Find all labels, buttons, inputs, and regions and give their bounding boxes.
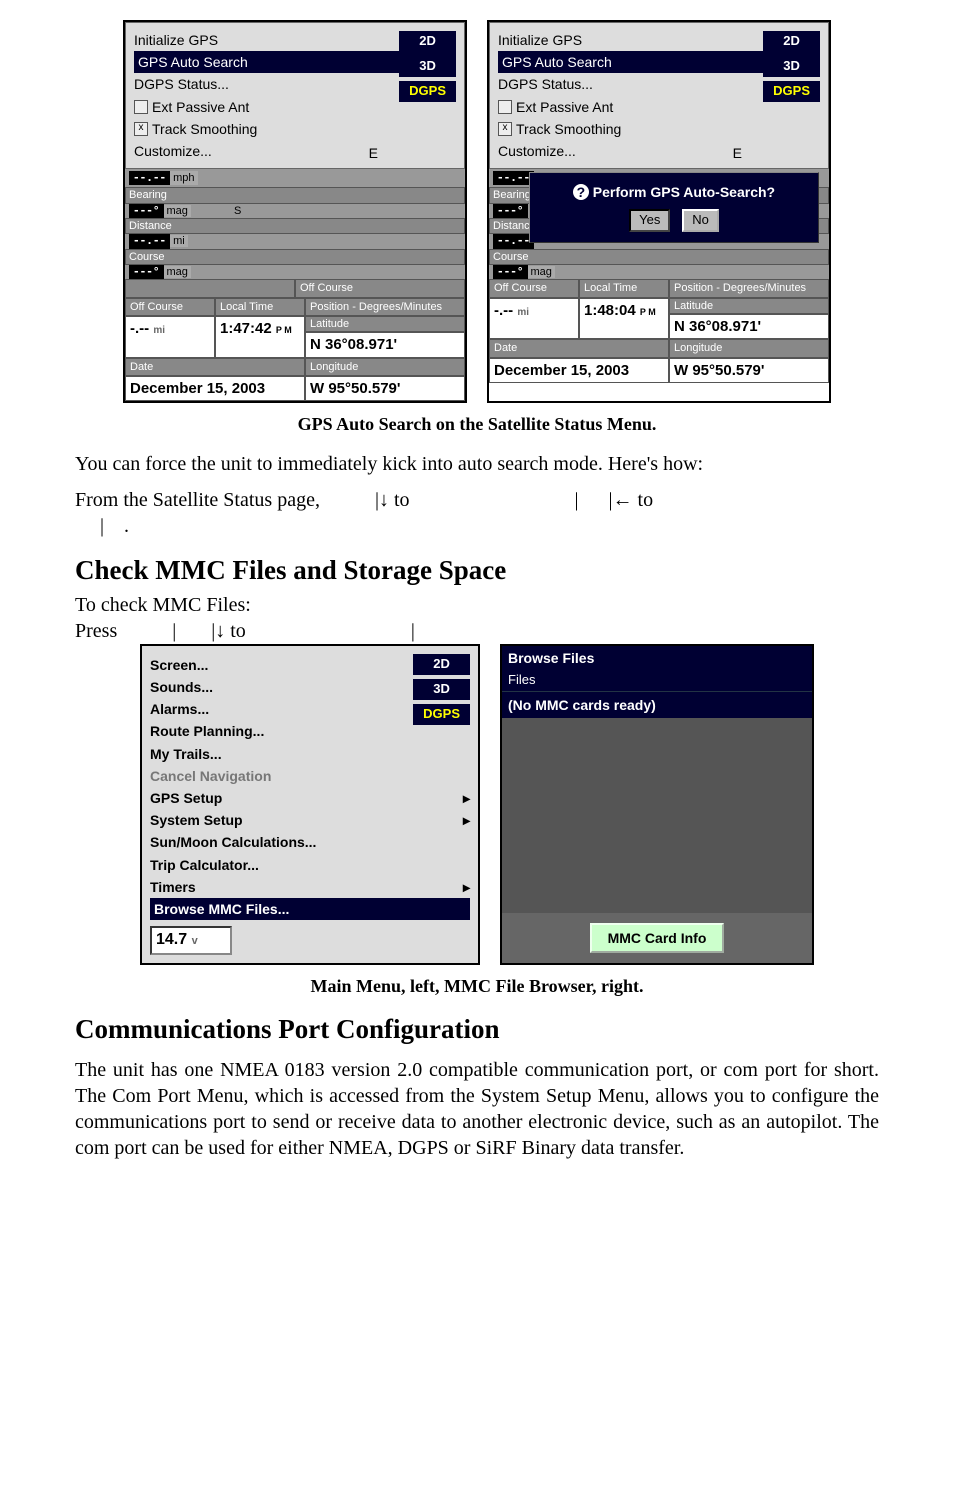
speed-unit: mph [170, 171, 197, 185]
chevron-right-icon: ▸ [463, 878, 470, 896]
main-menu-screen: Screen... Sounds... Alarms... Route Plan… [140, 644, 480, 965]
browse-title: Browse Files [502, 646, 812, 670]
para-2: From the Satellite Status page, |↓ to | … [75, 487, 879, 539]
compass-s: S [234, 205, 241, 217]
heading-check-mmc: Check MMC Files and Storage Space [75, 553, 879, 588]
distance-val: --.-- [129, 234, 170, 248]
chevron-right-icon: ▸ [463, 811, 470, 829]
btn-3d[interactable]: 3D [399, 56, 456, 77]
gps-menu: Initialize GPS GPS Auto Search DGPS Stat… [125, 22, 465, 169]
latitude: N 36°08.971' [305, 332, 465, 358]
autosearch-dialog: ? Perform GPS Auto-Search? Yes No [529, 172, 819, 243]
para-3: To check MMC Files: [75, 592, 879, 618]
browse-message: (No MMC cards ready) [502, 692, 812, 718]
longitude: W 95°50.579' [305, 376, 465, 402]
para-4: Press | |↓ to | [75, 618, 879, 644]
menu-trails[interactable]: My Trails... [150, 743, 470, 765]
browse-subtitle: Files [502, 670, 812, 692]
voltage-readout: 14.7 v [150, 926, 232, 955]
menu-browse-mmc[interactable]: Browse MMC Files... [150, 898, 470, 920]
bearing-label: Bearing [129, 189, 167, 201]
browse-file-list [502, 718, 812, 913]
date: December 15, 2003 [125, 376, 305, 402]
menu-item-customize[interactable]: Customize... [134, 140, 456, 162]
course-label: Course [129, 251, 164, 263]
menu-timers[interactable]: Timers▸ [150, 876, 470, 898]
distance-label: Distance [129, 220, 172, 232]
dialog-text: Perform GPS Auto-Search? [593, 184, 775, 200]
btn-dgps[interactable]: DGPS [399, 81, 456, 102]
menu-gps-setup[interactable]: GPS Setup▸ [150, 787, 470, 809]
speed-val: --.-- [129, 171, 170, 185]
menu-cancel-nav: Cancel Navigation [150, 765, 470, 787]
course-val: ---° [129, 265, 164, 279]
chevron-right-icon: ▸ [463, 789, 470, 807]
para-comm: The unit has one NMEA 0183 version 2.0 c… [75, 1057, 879, 1161]
offcourse-label: Off Course [295, 279, 465, 297]
gps-screen-right: Initialize GPS GPS Auto Search DGPS Stat… [487, 20, 831, 403]
gps-screen-left: Initialize GPS GPS Auto Search DGPS Stat… [123, 20, 467, 403]
dialog-yes-button[interactable]: Yes [629, 209, 670, 232]
dialog-no-button[interactable]: No [682, 209, 719, 232]
caption-2: Main Menu, left, MMC File Browser, right… [75, 975, 879, 998]
menu-sunmoon[interactable]: Sun/Moon Calculations... [150, 831, 470, 853]
caption-1: GPS Auto Search on the Satellite Status … [75, 413, 879, 436]
menu-trip-calc[interactable]: Trip Calculator... [150, 854, 470, 876]
mmc-card-info-button[interactable]: MMC Card Info [590, 923, 725, 953]
checkbox-ext[interactable] [134, 100, 148, 114]
browse-files-screen: Browse Files Files (No MMC cards ready) … [500, 644, 814, 965]
question-icon: ? [573, 184, 589, 200]
heading-comm-port: Communications Port Configuration [75, 1012, 879, 1047]
btn-2d[interactable]: 2D [399, 31, 456, 52]
bearing-val: ---° [129, 204, 164, 218]
para-1: You can force the unit to immediately ki… [75, 451, 879, 477]
menu-item-track[interactable]: xTrack Smoothing [134, 118, 456, 140]
menu-system-setup[interactable]: System Setup▸ [150, 809, 470, 831]
checkbox-track[interactable]: x [134, 122, 148, 136]
compass-e: E [369, 144, 378, 162]
